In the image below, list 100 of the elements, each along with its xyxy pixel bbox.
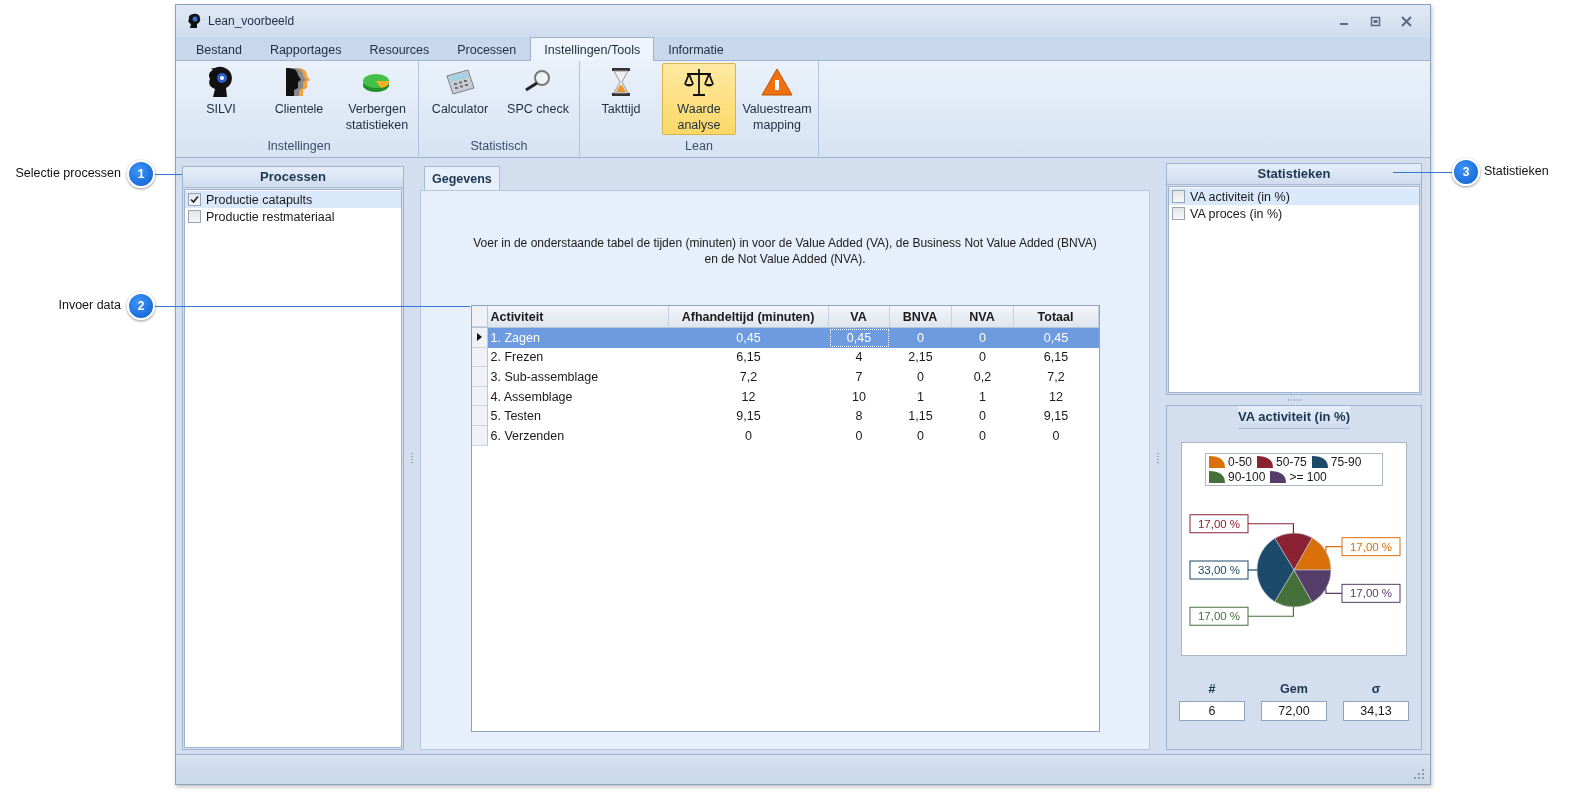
menu-tab[interactable]: Rapportages xyxy=(255,38,356,60)
leader-line xyxy=(1247,523,1294,534)
table-row[interactable]: 5. Testen 9,15 8 1,15 0 9,15 xyxy=(471,406,1099,426)
panel-header: Statistieken xyxy=(1167,164,1421,185)
stat-label: # xyxy=(1208,682,1216,696)
list-item[interactable]: VA activiteit (in %) xyxy=(1169,188,1419,205)
instruction-text: Voer in de onderstaande tabel de tijden (minuten) in voor de Value Added (VA), de Business Not Value Added (BNVA) en de Not Value Added (NVA). xyxy=(472,235,1098,267)
menu-tab[interactable]: Processen xyxy=(443,38,531,60)
table-cell[interactable]: 1 xyxy=(951,386,1014,407)
ribbon-button[interactable]: SPC check xyxy=(501,63,575,135)
table-cell[interactable]: 6,15 xyxy=(668,347,829,368)
group-label: Statistisch xyxy=(469,139,529,155)
ribbon-button[interactable]: Takttijd xyxy=(584,63,658,135)
list-item[interactable]: Productie restmateriaal xyxy=(185,208,401,225)
data-label: 33,00 % xyxy=(1197,564,1241,576)
checkbox[interactable] xyxy=(1172,190,1185,203)
table-cell[interactable]: 0,2 xyxy=(951,367,1014,387)
table-cell[interactable]: 2. Frezen xyxy=(487,347,669,368)
table-cell[interactable]: 7,2 xyxy=(1013,367,1099,387)
table-cell[interactable]: 6,15 xyxy=(1013,347,1099,368)
panel-header: VA activiteit (in %) xyxy=(1238,406,1350,429)
stat-field[interactable]: 72,00 xyxy=(1261,701,1327,721)
row-header[interactable] xyxy=(471,328,488,348)
data-label: 17,00 % xyxy=(1197,610,1241,623)
column-header[interactable]: Afhandeltijd (minuten) xyxy=(668,306,829,327)
table-cell[interactable]: 4. Assemblage xyxy=(487,386,669,407)
restore-icon[interactable] xyxy=(1370,15,1381,27)
resize-grip-icon[interactable] xyxy=(1414,769,1424,779)
legend-label: 0-50 xyxy=(1228,455,1253,469)
column-header[interactable]: NVA xyxy=(951,306,1014,327)
data-label: 17,00 % xyxy=(1349,540,1393,553)
table-cell[interactable]: 6. Verzenden xyxy=(487,425,669,446)
table-row[interactable]: 6. Verzenden 0 0 0 0 0 xyxy=(471,425,1099,446)
table-cell[interactable]: 12 xyxy=(1013,386,1099,407)
ribbon-button[interactable]: Clientele xyxy=(262,63,336,135)
table-cell[interactable]: 0 xyxy=(951,406,1014,426)
ribbon-button[interactable]: SILVI xyxy=(184,63,258,135)
table-cell[interactable]: 8 xyxy=(828,406,890,426)
table-row[interactable]: 2. Frezen 6,15 4 2,15 0 6,15 xyxy=(471,347,1099,368)
callout-label: Invoer data xyxy=(58,298,121,312)
column-header[interactable]: BNVA xyxy=(889,306,952,327)
table-cell[interactable]: 2,15 xyxy=(889,347,952,368)
row-pointer-icon xyxy=(476,333,482,342)
legend-label: 50-75 xyxy=(1276,455,1307,469)
table-cell[interactable]: 0 xyxy=(951,425,1014,446)
table-cell[interactable]: 9,15 xyxy=(1013,406,1099,426)
data-label: 17,00 % xyxy=(1189,606,1249,626)
table-row[interactable]: 4. Assemblage 12 10 1 1 12 xyxy=(471,386,1099,407)
ribbon-button[interactable]: Valuestream mapping xyxy=(740,63,814,135)
menu-tab[interactable]: Instellingen/Tools xyxy=(530,37,655,61)
table-cell[interactable]: 5. Testen xyxy=(487,406,669,426)
callout-number: 3 xyxy=(1452,158,1480,186)
leader-line xyxy=(1247,606,1294,617)
table-cell[interactable]: 4 xyxy=(828,347,890,368)
table-row[interactable]: 3. Sub-assemblage 7,2 7 0 0,2 7,2 xyxy=(471,367,1099,387)
callout-number: 1 xyxy=(127,160,155,188)
checkbox[interactable] xyxy=(1172,207,1185,220)
table-cell[interactable]: 0 xyxy=(828,425,890,446)
table-cell[interactable]: 1,15 xyxy=(889,406,952,426)
column-header[interactable]: Activiteit xyxy=(487,306,669,327)
ribbon-button[interactable]: Waarde analyse xyxy=(662,63,736,135)
menu-tab[interactable]: Bestand xyxy=(182,38,256,60)
data-label: 17,00 % xyxy=(1341,583,1401,603)
table-cell[interactable]: 7 xyxy=(828,367,890,387)
table-cell[interactable]: 0 xyxy=(668,425,829,446)
data-label: 33,00 % xyxy=(1189,560,1249,580)
window-title: Lean_voorbeeld xyxy=(208,14,295,28)
stat-field[interactable]: 6 xyxy=(1179,701,1245,721)
callout-number: 2 xyxy=(127,292,155,320)
data-tab[interactable]: Gegevens xyxy=(424,166,500,191)
data-label: 17,00 % xyxy=(1189,514,1249,534)
table-cell[interactable]: 0 xyxy=(889,367,952,387)
callout-label: Selectie processen xyxy=(15,166,121,180)
table-cell[interactable]: 12 xyxy=(668,386,829,407)
checkbox[interactable] xyxy=(188,193,201,206)
table-cell[interactable]: 10 xyxy=(828,386,890,407)
stat-field[interactable]: 34,13 xyxy=(1343,701,1409,721)
table-cell[interactable]: 0 xyxy=(889,425,952,446)
list-item[interactable]: Productie catapults xyxy=(185,191,401,208)
ribbon-button[interactable]: Verbergen statistieken xyxy=(340,63,414,135)
table-cell[interactable]: 1 xyxy=(889,386,952,407)
stat-label: σ xyxy=(1371,682,1381,696)
menu-tab[interactable]: Resources xyxy=(355,38,444,60)
data-label: 17,00 % xyxy=(1197,517,1241,530)
column-header[interactable]: VA xyxy=(828,306,890,327)
stat-label: Gem xyxy=(1280,682,1308,696)
column-header[interactable]: Totaal xyxy=(1013,306,1099,327)
close-icon[interactable] xyxy=(1401,15,1412,27)
menu-tab[interactable]: Informatie xyxy=(654,38,738,60)
calculator-icon xyxy=(444,66,476,98)
table-cell[interactable]: 7,2 xyxy=(668,367,829,387)
table-cell[interactable]: 0 xyxy=(1013,425,1099,446)
checkbox[interactable] xyxy=(188,210,201,223)
ribbon-button[interactable]: Calculator xyxy=(423,63,497,135)
table-cell[interactable]: 9,15 xyxy=(668,406,829,426)
list-item[interactable]: VA proces (in %) xyxy=(1169,205,1419,222)
group-label: Lean xyxy=(684,139,714,155)
callout-label: Statistieken xyxy=(1484,164,1549,178)
table-cell[interactable]: 3. Sub-assemblage xyxy=(487,367,669,387)
table-cell[interactable]: 0 xyxy=(951,347,1014,368)
